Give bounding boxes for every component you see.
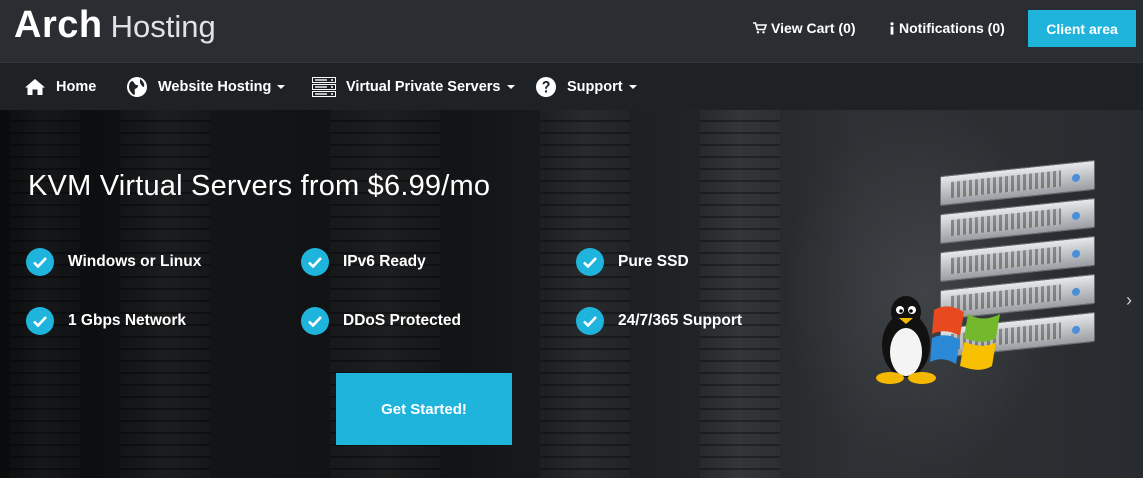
chevron-down-icon [506, 85, 515, 89]
nav-item-home[interactable]: Home [24, 63, 96, 111]
check-circle-icon [576, 307, 604, 335]
carousel-next-arrow[interactable]: › [1126, 290, 1132, 311]
question-icon [536, 77, 556, 97]
info-icon [889, 21, 895, 35]
check-circle-icon [301, 307, 329, 335]
feature-item: DDoS Protected [301, 307, 461, 335]
windows-logo-icon [930, 306, 1000, 370]
nav-item-label: Virtual Private Servers [346, 79, 501, 95]
chevron-down-icon [628, 85, 637, 89]
view-cart-label: View Cart (0) [771, 20, 856, 36]
notifications-link[interactable]: Notifications (0) [889, 19, 1005, 37]
home-icon [25, 79, 45, 95]
feature-label: IPv6 Ready [343, 253, 426, 270]
notifications-label: Notifications (0) [899, 20, 1005, 36]
nav-item-label: Support [567, 79, 623, 95]
feature-label: 1 Gbps Network [68, 312, 186, 329]
feature-item: 24/7/365 Support [576, 307, 742, 335]
brand-name-part2: Hosting [110, 9, 216, 44]
hero-banner: KVM Virtual Servers from $6.99/mo Window… [0, 110, 1143, 478]
check-circle-icon [576, 248, 604, 276]
check-circle-icon [301, 248, 329, 276]
feature-label: DDoS Protected [343, 312, 461, 329]
brand-name-part1: Arch [14, 4, 103, 46]
top-bar: Arch Hosting View Cart (0) Notifications… [0, 0, 1143, 62]
globe-icon [127, 77, 147, 97]
server-icon [312, 77, 336, 97]
feature-item: Pure SSD [576, 248, 689, 276]
main-nav: Home Website Hosting Virtual Private Ser… [0, 62, 1143, 110]
nav-item-virtual-private-servers[interactable]: Virtual Private Servers [312, 63, 515, 111]
feature-label: Windows or Linux [68, 253, 202, 270]
feature-label: 24/7/365 Support [618, 312, 743, 329]
hero-headline: KVM Virtual Servers from $6.99/mo [28, 170, 491, 202]
client-area-button[interactable]: Client area [1028, 10, 1136, 47]
nav-item-label: Website Hosting [158, 79, 272, 95]
nav-item-support[interactable]: Support [535, 63, 637, 111]
check-circle-icon [26, 307, 54, 335]
check-circle-icon [26, 248, 54, 276]
feature-label: Pure SSD [618, 253, 689, 270]
brand-logo[interactable]: Arch Hosting [14, 4, 216, 50]
feature-item: IPv6 Ready [301, 248, 426, 276]
view-cart-link[interactable]: View Cart (0) [753, 19, 856, 37]
get-started-button[interactable]: Get Started! [336, 373, 512, 445]
cart-icon [753, 22, 767, 34]
feature-item: Windows or Linux [26, 248, 201, 276]
chevron-down-icon [277, 85, 286, 89]
nav-item-website-hosting[interactable]: Website Hosting [126, 63, 286, 111]
nav-item-label: Home [56, 79, 97, 95]
feature-item: 1 Gbps Network [26, 307, 186, 335]
